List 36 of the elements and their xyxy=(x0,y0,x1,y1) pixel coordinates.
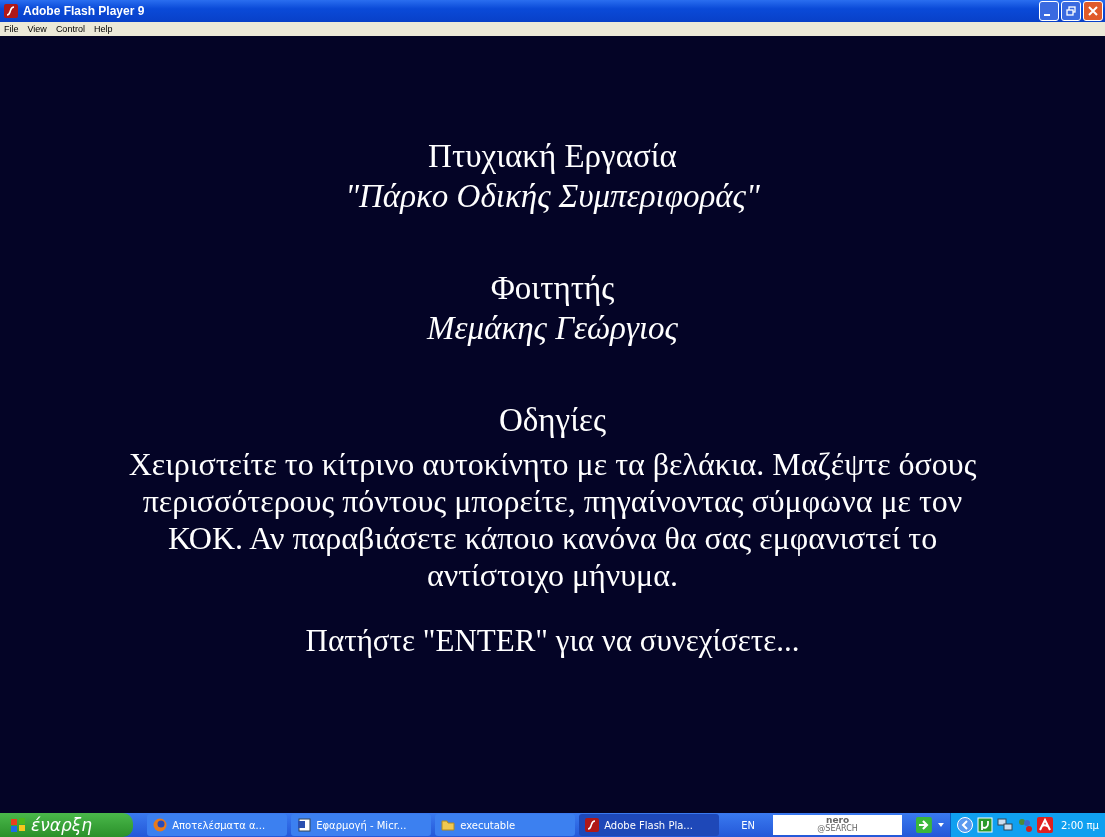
taskbar-button[interactable]: Adobe Flash Pla... xyxy=(579,814,720,836)
start-button[interactable]: έναρξη xyxy=(0,813,134,837)
caret-icon[interactable] xyxy=(938,823,944,827)
mu-icon[interactable] xyxy=(976,817,993,833)
language-indicator[interactable]: EN xyxy=(741,819,755,831)
close-button[interactable] xyxy=(1083,1,1103,21)
folder-icon xyxy=(441,818,456,832)
taskbar-button[interactable]: Εφαρμογή - Micr... xyxy=(291,814,432,836)
flash-icon xyxy=(4,4,18,18)
continue-prompt: Πατήστε "ENTER" για να συνεχίσετε... xyxy=(305,622,800,660)
windows-logo-icon xyxy=(10,817,26,833)
menu-item[interactable]: File xyxy=(4,24,19,34)
network-icon[interactable] xyxy=(996,817,1013,833)
close-icon xyxy=(1088,6,1098,16)
document-icon xyxy=(297,818,312,832)
taskbar-button[interactable]: Αποτελέσματα α... xyxy=(147,814,288,836)
heading: Φοιτητής xyxy=(490,269,615,308)
subtitle: Μεμάκης Γεώργιος xyxy=(427,309,678,348)
arrow-right-icon[interactable] xyxy=(916,817,932,833)
minimize-button[interactable] xyxy=(1039,1,1059,21)
restore-button[interactable] xyxy=(1061,1,1081,21)
menu-item[interactable]: Help xyxy=(93,24,113,34)
menu-item[interactable]: Control xyxy=(55,24,85,34)
window-title: Adobe Flash Player 9 xyxy=(23,4,145,18)
instructions-text: Χειριστείτε το κίτρινο αυτοκίνητο με τα βελάκια. Μαζέψτε όσους περισσότερους πόντους μπορείτε, πηγαίνοντας σύμφωνα με τον ΚΟΚ. Αν παραβιάσετε κάποιο κανόνα θα σας εμφανιστεί το αντίστοιχο μήνυμα. xyxy=(127,446,978,594)
minimize-icon xyxy=(1044,14,1050,16)
heading: Πτυχιακή Εργασία xyxy=(428,137,677,176)
restore-icon xyxy=(1066,6,1076,16)
menu-item[interactable]: View xyxy=(27,24,47,34)
chevron-left-icon[interactable] xyxy=(956,817,973,833)
flash-icon xyxy=(585,818,600,832)
subtitle: "Πάρκο Οδικής Συμπεριφοράς" xyxy=(345,177,760,216)
taskbar-button[interactable]: executable xyxy=(435,814,576,836)
heading: Οδηγίες xyxy=(499,401,606,440)
search-field[interactable]: nero @SEARCH xyxy=(773,815,903,835)
globe-icon xyxy=(153,818,168,832)
